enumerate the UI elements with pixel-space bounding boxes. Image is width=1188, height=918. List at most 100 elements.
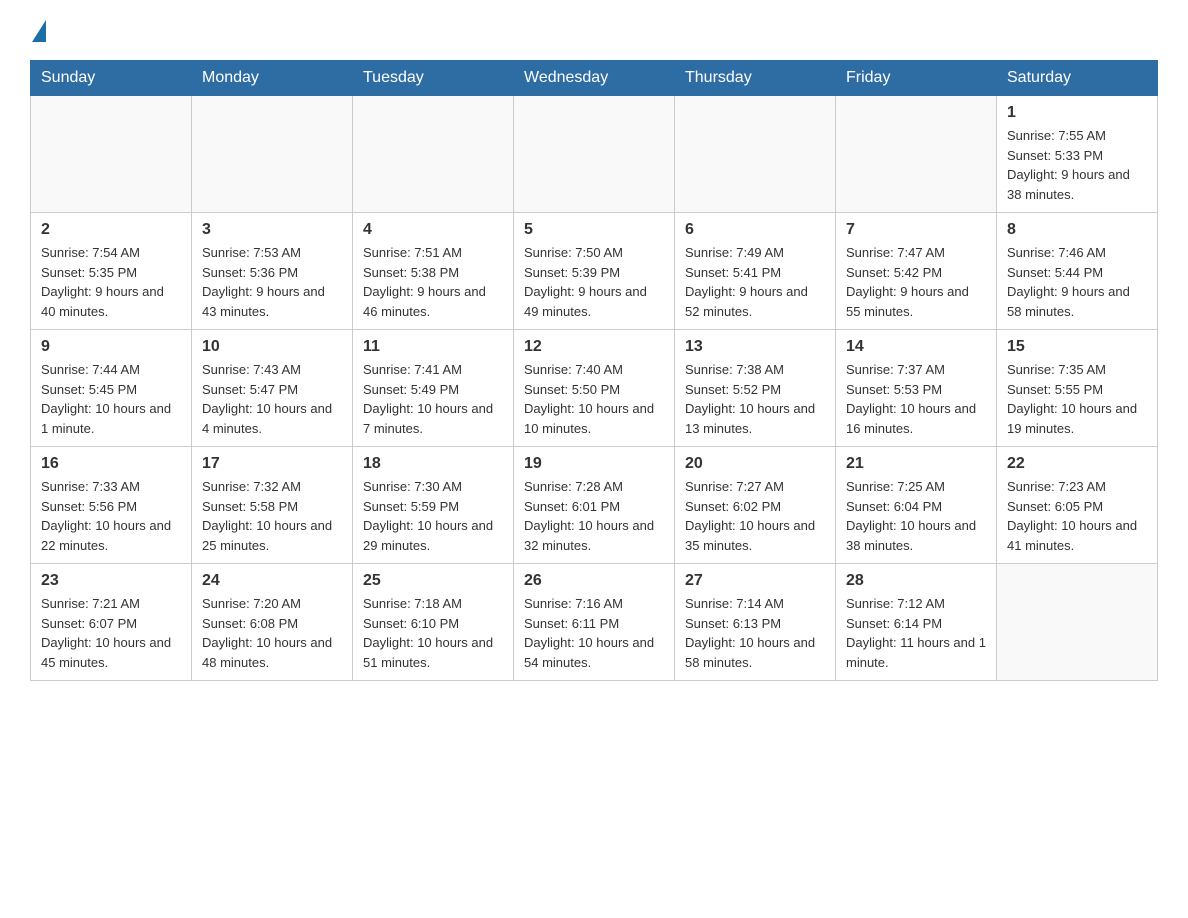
calendar-cell: 5 Sunrise: 7:50 AMSunset: 5:39 PMDaylight… — [514, 213, 675, 330]
calendar-cell: 3 Sunrise: 7:53 AMSunset: 5:36 PMDaylight… — [192, 213, 353, 330]
day-number: 15 — [1007, 338, 1147, 356]
day-number: 20 — [685, 455, 825, 473]
day-info: Sunrise: 7:40 AMSunset: 5:50 PMDaylight:… — [524, 360, 664, 438]
day-info: Sunrise: 7:46 AMSunset: 5:44 PMDaylight:… — [1007, 243, 1147, 321]
day-number: 10 — [202, 338, 342, 356]
calendar-cell: 8 Sunrise: 7:46 AMSunset: 5:44 PMDaylight… — [997, 213, 1158, 330]
day-info: Sunrise: 7:30 AMSunset: 5:59 PMDaylight:… — [363, 477, 503, 555]
day-info: Sunrise: 7:47 AMSunset: 5:42 PMDaylight:… — [846, 243, 986, 321]
column-header-sunday: Sunday — [31, 61, 192, 96]
logo — [30, 20, 46, 44]
day-number: 3 — [202, 221, 342, 239]
day-info: Sunrise: 7:23 AMSunset: 6:05 PMDaylight:… — [1007, 477, 1147, 555]
calendar-cell: 1 Sunrise: 7:55 AMSunset: 5:33 PMDaylight… — [997, 96, 1158, 213]
calendar-cell: 17 Sunrise: 7:32 AMSunset: 5:58 PMDayligh… — [192, 447, 353, 564]
calendar-cell: 16 Sunrise: 7:33 AMSunset: 5:56 PMDayligh… — [31, 447, 192, 564]
calendar-cell: 23 Sunrise: 7:21 AMSunset: 6:07 PMDayligh… — [31, 564, 192, 681]
day-info: Sunrise: 7:12 AMSunset: 6:14 PMDaylight:… — [846, 594, 986, 672]
day-info: Sunrise: 7:38 AMSunset: 5:52 PMDaylight:… — [685, 360, 825, 438]
day-info: Sunrise: 7:27 AMSunset: 6:02 PMDaylight:… — [685, 477, 825, 555]
day-info: Sunrise: 7:54 AMSunset: 5:35 PMDaylight:… — [41, 243, 181, 321]
day-info: Sunrise: 7:53 AMSunset: 5:36 PMDaylight:… — [202, 243, 342, 321]
day-number: 22 — [1007, 455, 1147, 473]
calendar-cell — [353, 96, 514, 213]
calendar-cell — [997, 564, 1158, 681]
calendar-cell — [514, 96, 675, 213]
week-row-1: 1 Sunrise: 7:55 AMSunset: 5:33 PMDaylight… — [31, 96, 1158, 213]
calendar-cell: 6Sunrise: 7:49 AMSunset: 5:41 PMDaylight… — [675, 213, 836, 330]
logo-triangle-icon — [32, 20, 46, 42]
day-number: 27 — [685, 572, 825, 590]
day-number: 28 — [846, 572, 986, 590]
day-info: Sunrise: 7:55 AMSunset: 5:33 PMDaylight:… — [1007, 126, 1147, 204]
calendar-table: SundayMondayTuesdayWednesdayThursdayFrid… — [30, 60, 1158, 681]
week-row-5: 23 Sunrise: 7:21 AMSunset: 6:07 PMDayligh… — [31, 564, 1158, 681]
week-row-3: 9 Sunrise: 7:44 AMSunset: 5:45 PMDaylight… — [31, 330, 1158, 447]
day-number: 14 — [846, 338, 986, 356]
day-number: 5 — [524, 221, 664, 239]
day-info: Sunrise: 7:28 AMSunset: 6:01 PMDaylight:… — [524, 477, 664, 555]
column-header-wednesday: Wednesday — [514, 61, 675, 96]
day-number: 1 — [1007, 104, 1147, 122]
calendar-cell: 15 Sunrise: 7:35 AMSunset: 5:55 PMDayligh… — [997, 330, 1158, 447]
day-number: 25 — [363, 572, 503, 590]
calendar-cell — [31, 96, 192, 213]
day-number: 12 — [524, 338, 664, 356]
week-row-4: 16 Sunrise: 7:33 AMSunset: 5:56 PMDayligh… — [31, 447, 1158, 564]
day-number: 9 — [41, 338, 181, 356]
calendar-cell — [192, 96, 353, 213]
calendar-cell: 9 Sunrise: 7:44 AMSunset: 5:45 PMDaylight… — [31, 330, 192, 447]
day-number: 8 — [1007, 221, 1147, 239]
day-info: Sunrise: 7:20 AMSunset: 6:08 PMDaylight:… — [202, 594, 342, 672]
page-header — [30, 20, 1158, 44]
day-info: Sunrise: 7:50 AMSunset: 5:39 PMDaylight:… — [524, 243, 664, 321]
day-number: 16 — [41, 455, 181, 473]
column-header-thursday: Thursday — [675, 61, 836, 96]
day-number: 4 — [363, 221, 503, 239]
calendar-cell: 4 Sunrise: 7:51 AMSunset: 5:38 PMDaylight… — [353, 213, 514, 330]
calendar-cell: 18 Sunrise: 7:30 AMSunset: 5:59 PMDayligh… — [353, 447, 514, 564]
calendar-cell: 26 Sunrise: 7:16 AMSunset: 6:11 PMDayligh… — [514, 564, 675, 681]
day-number: 19 — [524, 455, 664, 473]
calendar-cell: 11Sunrise: 7:41 AMSunset: 5:49 PMDayligh… — [353, 330, 514, 447]
day-info: Sunrise: 7:51 AMSunset: 5:38 PMDaylight:… — [363, 243, 503, 321]
day-number: 21 — [846, 455, 986, 473]
calendar-cell: 12 Sunrise: 7:40 AMSunset: 5:50 PMDayligh… — [514, 330, 675, 447]
day-number: 11 — [363, 338, 503, 356]
calendar-cell: 2 Sunrise: 7:54 AMSunset: 5:35 PMDaylight… — [31, 213, 192, 330]
day-info: Sunrise: 7:21 AMSunset: 6:07 PMDaylight:… — [41, 594, 181, 672]
day-info: Sunrise: 7:33 AMSunset: 5:56 PMDaylight:… — [41, 477, 181, 555]
week-row-2: 2 Sunrise: 7:54 AMSunset: 5:35 PMDaylight… — [31, 213, 1158, 330]
day-number: 17 — [202, 455, 342, 473]
day-info: Sunrise: 7:35 AMSunset: 5:55 PMDaylight:… — [1007, 360, 1147, 438]
day-info: Sunrise: 7:25 AMSunset: 6:04 PMDaylight:… — [846, 477, 986, 555]
calendar-cell: 19 Sunrise: 7:28 AMSunset: 6:01 PMDayligh… — [514, 447, 675, 564]
day-number: 24 — [202, 572, 342, 590]
day-info: Sunrise: 7:43 AMSunset: 5:47 PMDaylight:… — [202, 360, 342, 438]
calendar-cell — [675, 96, 836, 213]
column-header-friday: Friday — [836, 61, 997, 96]
day-number: 6 — [685, 221, 825, 239]
column-header-saturday: Saturday — [997, 61, 1158, 96]
calendar-cell: 27 Sunrise: 7:14 AMSunset: 6:13 PMDayligh… — [675, 564, 836, 681]
column-header-monday: Monday — [192, 61, 353, 96]
calendar-cell: 21 Sunrise: 7:25 AMSunset: 6:04 PMDayligh… — [836, 447, 997, 564]
day-number: 18 — [363, 455, 503, 473]
day-info: Sunrise: 7:44 AMSunset: 5:45 PMDaylight:… — [41, 360, 181, 438]
calendar-cell: 7Sunrise: 7:47 AMSunset: 5:42 PMDaylight… — [836, 213, 997, 330]
calendar-cell: 13Sunrise: 7:38 AMSunset: 5:52 PMDayligh… — [675, 330, 836, 447]
calendar-header-row: SundayMondayTuesdayWednesdayThursdayFrid… — [31, 61, 1158, 96]
day-info: Sunrise: 7:14 AMSunset: 6:13 PMDaylight:… — [685, 594, 825, 672]
calendar-cell: 24 Sunrise: 7:20 AMSunset: 6:08 PMDayligh… — [192, 564, 353, 681]
day-info: Sunrise: 7:37 AMSunset: 5:53 PMDaylight:… — [846, 360, 986, 438]
calendar-cell: 10 Sunrise: 7:43 AMSunset: 5:47 PMDayligh… — [192, 330, 353, 447]
day-info: Sunrise: 7:16 AMSunset: 6:11 PMDaylight:… — [524, 594, 664, 672]
calendar-cell: 28 Sunrise: 7:12 AMSunset: 6:14 PMDayligh… — [836, 564, 997, 681]
day-info: Sunrise: 7:32 AMSunset: 5:58 PMDaylight:… — [202, 477, 342, 555]
day-number: 23 — [41, 572, 181, 590]
calendar-cell: 20 Sunrise: 7:27 AMSunset: 6:02 PMDayligh… — [675, 447, 836, 564]
calendar-cell: 22 Sunrise: 7:23 AMSunset: 6:05 PMDayligh… — [997, 447, 1158, 564]
day-number: 2 — [41, 221, 181, 239]
calendar-cell: 25Sunrise: 7:18 AMSunset: 6:10 PMDayligh… — [353, 564, 514, 681]
day-number: 26 — [524, 572, 664, 590]
